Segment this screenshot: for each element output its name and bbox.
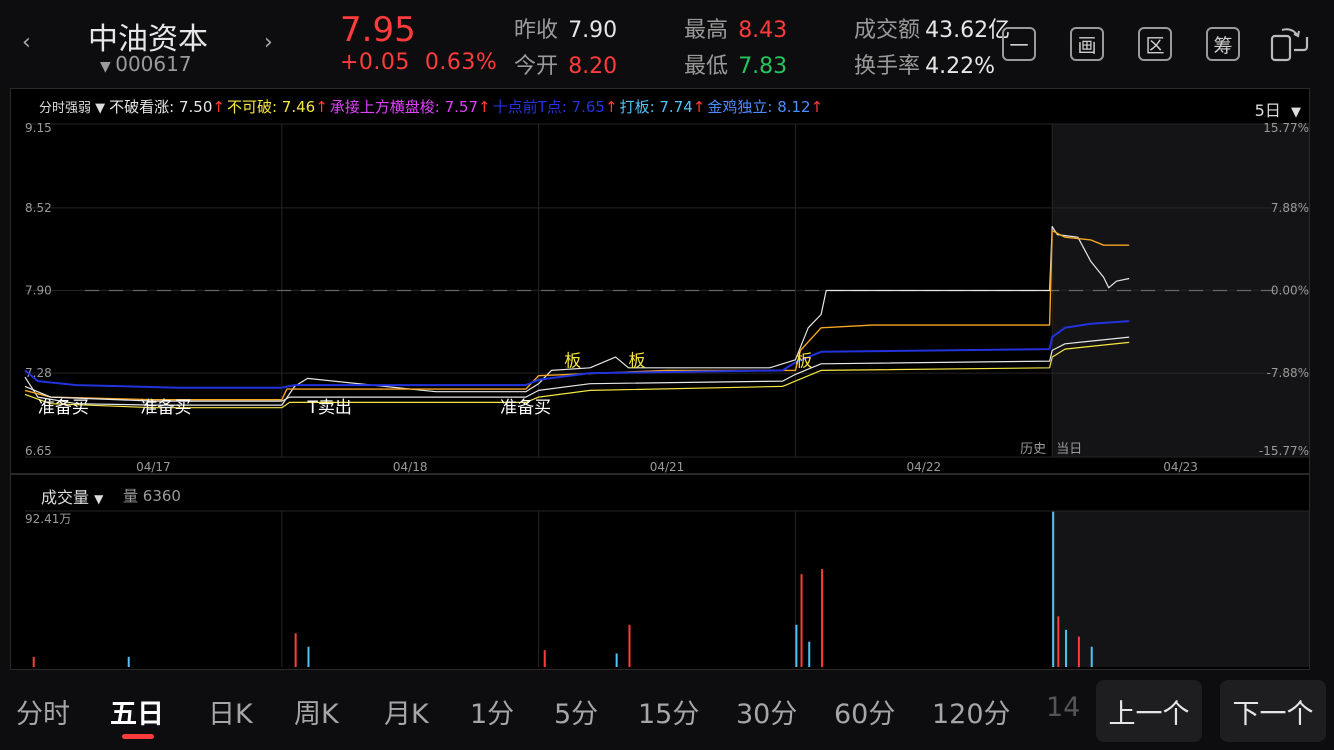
next-button[interactable]: 下一个 bbox=[1220, 680, 1326, 742]
intraday-chart-panel[interactable]: 分时强弱 ▼ 不破看涨: 7.50↑ 不可破: 7.46↑ 承接上方横盘梭: 7… bbox=[10, 88, 1310, 474]
volume-bar bbox=[127, 656, 130, 667]
tab-weekly-k[interactable]: 周K bbox=[294, 692, 339, 731]
active-tab-indicator bbox=[122, 734, 154, 739]
history-label: 历史 bbox=[1020, 442, 1046, 457]
tab-intraday[interactable]: 分时 bbox=[16, 692, 70, 731]
volume-bar bbox=[1065, 629, 1068, 667]
quote-low: 最低 7.83 bbox=[684, 54, 788, 79]
quote-high: 最高 8.43 bbox=[684, 18, 788, 43]
price-chart[interactable]: 9.158.527.907.286.6515.77%7.88%0.00%-7.8… bbox=[11, 89, 1311, 475]
tab-60min[interactable]: 60分 bbox=[834, 692, 895, 731]
signal-annotation: T卖出 bbox=[306, 398, 351, 418]
signal-annotation: 准备买 bbox=[141, 398, 192, 418]
x-tick-label: 04/17 bbox=[136, 460, 171, 474]
volume-bar bbox=[795, 624, 798, 667]
tab-daily-k[interactable]: 日K bbox=[208, 692, 253, 731]
y-tick-label-right: 7.88% bbox=[1271, 201, 1309, 215]
volume-bar bbox=[615, 653, 618, 667]
volume-bar bbox=[800, 574, 803, 667]
tab-1min[interactable]: 1分 bbox=[470, 692, 514, 731]
draw-line-button[interactable]: 一 bbox=[1002, 27, 1036, 61]
x-tick-label: 04/21 bbox=[650, 460, 685, 474]
y-tick-label-left: 8.52 bbox=[25, 201, 52, 215]
rotate-screen-icon[interactable] bbox=[1270, 24, 1310, 64]
quote-open: 今开 8.20 bbox=[514, 54, 618, 79]
y-tick-label-right: 15.77% bbox=[1263, 121, 1309, 135]
volume-bar bbox=[1057, 616, 1060, 667]
tab-30min[interactable]: 30分 bbox=[736, 692, 797, 731]
volume-today-shade bbox=[1052, 511, 1309, 667]
prev-button[interactable]: 上一个 bbox=[1096, 680, 1202, 742]
volume-bar bbox=[1052, 511, 1055, 667]
volume-bar bbox=[628, 624, 631, 667]
quote-turnover-amount: 成交额 43.62亿 bbox=[854, 18, 1011, 43]
x-tick-label: 04/23 bbox=[1163, 460, 1198, 474]
volume-bar bbox=[294, 633, 297, 667]
volume-chart[interactable] bbox=[11, 475, 1311, 671]
signal-annotation: 板 bbox=[795, 351, 812, 371]
volume-bar bbox=[1077, 636, 1080, 667]
quote-prev-close: 昨收 7.90 bbox=[514, 18, 618, 43]
chevron-down-icon: ▼ bbox=[100, 59, 116, 75]
signal-annotation: 准备买 bbox=[500, 398, 551, 418]
signal-annotation: 板 bbox=[628, 351, 645, 371]
series-line-price bbox=[24, 226, 1130, 406]
tab-5min[interactable]: 5分 bbox=[554, 692, 598, 731]
chips-button[interactable]: 筹 bbox=[1206, 27, 1240, 61]
x-tick-label: 04/22 bbox=[907, 460, 942, 474]
tab-monthly-k[interactable]: 月K bbox=[384, 692, 429, 731]
y-tick-label-left: 9.15 bbox=[25, 121, 52, 135]
prev-stock-icon[interactable]: ‹ bbox=[22, 30, 31, 55]
draw-button[interactable]: 画 bbox=[1070, 27, 1104, 61]
volume-bar bbox=[808, 641, 811, 667]
stock-code[interactable]: ▼ 000617 bbox=[100, 52, 192, 76]
volume-bar bbox=[543, 650, 546, 667]
y-tick-label-right: -7.88% bbox=[1267, 366, 1309, 380]
price-change: +0.05 0.63% bbox=[340, 50, 498, 75]
tab-120min[interactable]: 120分 bbox=[932, 692, 1011, 731]
y-tick-label-left: 6.65 bbox=[25, 444, 52, 458]
x-tick-label: 04/18 bbox=[393, 460, 428, 474]
y-tick-label-right: -15.77% bbox=[1259, 444, 1309, 458]
current-price: 7.95 bbox=[340, 10, 416, 50]
tab-five-day[interactable]: 五日 bbox=[110, 692, 164, 731]
tab-15min[interactable]: 15分 bbox=[638, 692, 699, 731]
tab-truncated[interactable]: 14 bbox=[1046, 692, 1080, 723]
volume-bar bbox=[307, 646, 310, 667]
period-tab-bar: 分时 五日 日K 周K 月K 1分 5分 15分 30分 60分 120分 14… bbox=[0, 672, 1334, 750]
quote-turnover-rate: 换手率 4.22% bbox=[854, 54, 995, 79]
volume-bar bbox=[1090, 646, 1093, 667]
volume-panel[interactable]: 成交量 ▼ 量 6360 92.41万 bbox=[10, 474, 1310, 670]
quote-header: ‹ 中油资本 › ▼ 000617 7.95 +0.05 0.63% 昨收 7.… bbox=[0, 0, 1334, 88]
next-stock-icon[interactable]: › bbox=[264, 30, 273, 55]
today-label: 当日 bbox=[1056, 442, 1082, 457]
y-tick-label-left: 7.90 bbox=[25, 284, 52, 298]
y-tick-label-right: 0.00% bbox=[1271, 284, 1309, 298]
volume-bar bbox=[32, 656, 35, 667]
signal-annotation: 准备买 bbox=[38, 398, 89, 418]
range-button[interactable]: 区 bbox=[1138, 27, 1172, 61]
volume-bar bbox=[821, 569, 824, 667]
signal-annotation: 板 bbox=[564, 351, 581, 371]
